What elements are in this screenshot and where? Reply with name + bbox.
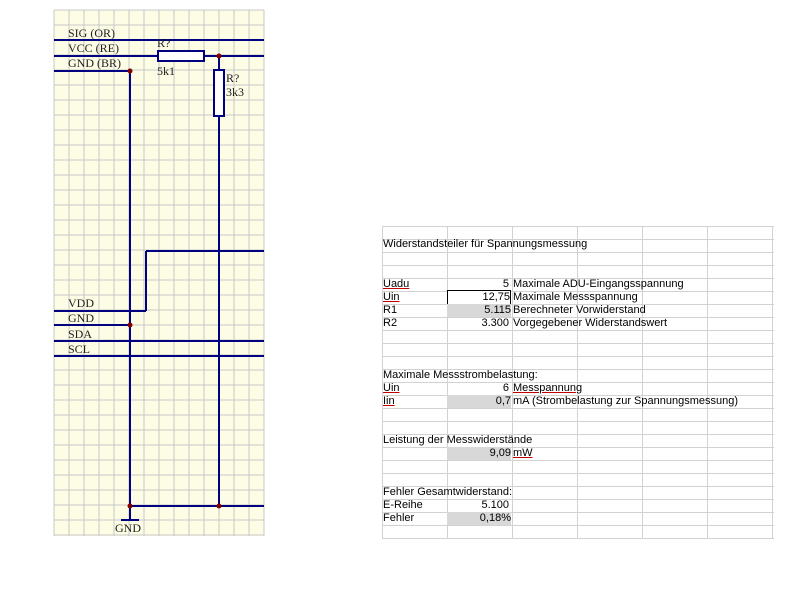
row-uin-label[interactable]: Uin xyxy=(383,291,445,304)
row-r2-label[interactable]: R2 xyxy=(383,317,445,330)
sheet-row-line xyxy=(382,525,774,526)
row-uin-value[interactable]: 12,75 xyxy=(447,290,511,305)
section2-iin-label[interactable]: Iin xyxy=(383,395,445,408)
bus-label-gnd: GND xyxy=(68,311,94,325)
sheet-title: Widerstandsteiler für Spannungsmessung xyxy=(383,238,588,250)
row-uadu-value[interactable]: 5 xyxy=(447,278,509,291)
row-r1-desc[interactable]: Berechneter Vorwiderstand xyxy=(513,304,753,317)
section2-uin-label[interactable]: Uin xyxy=(383,382,445,395)
sheet-row-line xyxy=(382,226,774,227)
section4-fehler-value[interactable]: 0,18% xyxy=(447,512,511,525)
bus-label-vcc: VCC (RE) xyxy=(68,41,119,55)
sheet-row-line xyxy=(382,473,774,474)
bus-label-sda: SDA xyxy=(68,327,92,341)
row-r1-value[interactable]: 5.115 xyxy=(447,304,511,317)
bus-label-gnd-br: GND (BR) xyxy=(68,56,121,70)
r2-reference: R? xyxy=(226,71,239,85)
section2-uin-desc[interactable]: Messpannung xyxy=(513,382,753,395)
row-r2-value[interactable]: 3.300 xyxy=(447,317,509,330)
row-uadu-desc[interactable]: Maximale ADU-Eingangsspannung xyxy=(513,278,753,291)
sheet-row-line xyxy=(382,343,774,344)
section2-uin-value[interactable]: 6 xyxy=(447,382,509,395)
row-uin-desc[interactable]: Maximale Messspannung xyxy=(513,291,753,304)
sheet-row-line xyxy=(382,421,774,422)
r2-value: 3k3 xyxy=(226,85,244,99)
sheet-row-line xyxy=(382,447,774,448)
junction-bottom-right xyxy=(216,503,222,509)
resistor-r1[interactable] xyxy=(157,50,205,62)
section4-ereihe-value[interactable]: 5.100 xyxy=(447,499,509,512)
section4-title: Fehler Gesamtwiderstand: xyxy=(383,486,512,498)
sheet-row-line xyxy=(382,356,774,357)
section2-title: Maximale Messstrombelastung: xyxy=(383,369,538,381)
bus-label-vdd: VDD xyxy=(68,296,94,310)
section2-iin-desc[interactable]: mA (Strombelastung zur Spannungsmessung) xyxy=(513,395,773,408)
sheet-row-line xyxy=(382,252,774,253)
sheet-row-line xyxy=(382,460,774,461)
row-r2-desc[interactable]: Vorgegebener Widerstandswert xyxy=(513,317,753,330)
sheet-row-line xyxy=(382,408,774,409)
spreadsheet: Widerstandsteiler für Spannungsmessung U… xyxy=(382,226,774,539)
sheet-row-line xyxy=(382,538,774,539)
sheet-row-line xyxy=(382,330,774,331)
bus-label-scl: SCL xyxy=(68,342,90,356)
section3-value[interactable]: 9,09 xyxy=(447,447,511,460)
junction-gnd xyxy=(127,322,133,328)
section4-ereihe-label[interactable]: E-Reihe xyxy=(383,499,445,512)
section3-unit[interactable]: mW xyxy=(513,447,573,460)
junction-gnd-br xyxy=(127,68,133,74)
junction-bottom-left xyxy=(127,503,133,509)
row-uadu-label[interactable]: Uadu xyxy=(383,278,445,291)
junction-vcc xyxy=(216,53,222,59)
sheet-row-line xyxy=(382,265,774,266)
section2-iin-value[interactable]: 0,7 xyxy=(447,395,511,408)
section3-title: Leistung der Messwiderstände xyxy=(383,434,533,446)
ground-label: GND xyxy=(115,521,141,535)
r1-reference: R? xyxy=(157,36,170,50)
resistor-r2[interactable] xyxy=(213,69,225,117)
r1-value: 5k1 xyxy=(157,64,175,78)
sheet-column-line xyxy=(772,226,773,539)
row-r1-label[interactable]: R1 xyxy=(383,304,445,317)
section4-fehler-label[interactable]: Fehler xyxy=(383,512,445,525)
bus-label-sig: SIG (OR) xyxy=(68,26,115,40)
